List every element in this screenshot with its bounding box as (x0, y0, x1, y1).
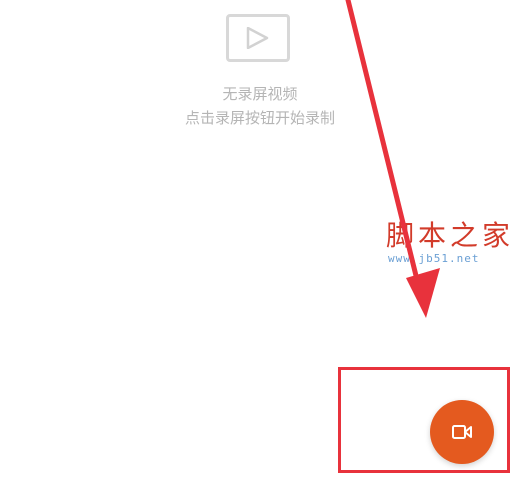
empty-state-title: 无录屏视频 (222, 85, 298, 103)
watermark-name: 脚本之家 (386, 219, 515, 252)
video-camera-icon (452, 425, 472, 439)
empty-state: 无录屏视频 点击录屏按钮开始录制 (0, 0, 520, 140)
record-button[interactable] (430, 400, 494, 464)
video-play-icon (226, 14, 290, 62)
empty-state-hint: 点击录屏按钮开始录制 (184, 109, 335, 127)
watermark-url: www.jb51.net (388, 252, 480, 265)
play-triangle-icon (246, 27, 269, 49)
arrow-head-icon (406, 268, 440, 318)
